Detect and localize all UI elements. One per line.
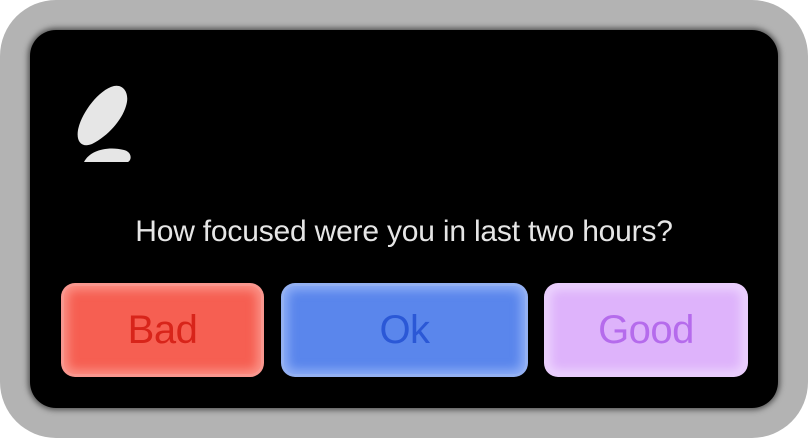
bad-button[interactable]: Bad — [61, 283, 264, 377]
bad-button-label: Bad — [127, 307, 198, 352]
focus-question: How focused were you in last two hours? — [135, 215, 673, 248]
window-frame: How focused were you in last two hours? … — [0, 0, 808, 438]
good-button-label: Good — [598, 307, 694, 352]
focus-dialog: How focused were you in last two hours? … — [30, 30, 778, 408]
good-button[interactable]: Good — [544, 283, 748, 377]
ok-button[interactable]: Ok — [281, 283, 528, 377]
ok-button-label: Ok — [379, 307, 430, 352]
leaf-logo-icon — [74, 84, 134, 166]
